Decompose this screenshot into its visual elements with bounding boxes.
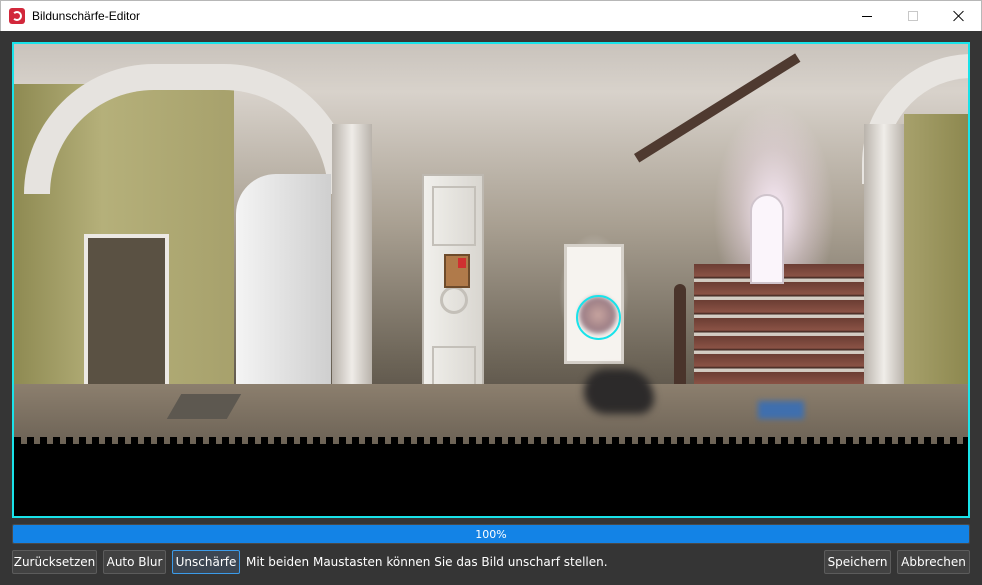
title-bar: Bildunschärfe-Editor — [0, 0, 982, 31]
door-sign — [444, 254, 470, 288]
window-title: Bildunschärfe-Editor — [32, 9, 141, 23]
panorama-image[interactable] — [14, 44, 968, 447]
close-icon — [953, 10, 965, 22]
floor — [14, 384, 968, 444]
rose-icon — [9, 8, 25, 24]
image-edge — [14, 437, 968, 447]
minimize-icon — [862, 15, 872, 17]
left-doorway — [84, 234, 169, 394]
auto-blur-button[interactable]: Auto Blur — [103, 550, 166, 574]
blur-button[interactable]: Unschärfe — [172, 550, 240, 574]
door-sign-label — [458, 258, 466, 268]
blurred-region-sign — [758, 401, 804, 419]
arched-window — [750, 194, 784, 284]
save-button[interactable]: Speichern — [824, 550, 891, 574]
blur-brush-cursor[interactable] — [576, 295, 621, 340]
maximize-button[interactable] — [890, 1, 936, 31]
cancel-button[interactable]: Abbrechen — [897, 550, 970, 574]
stair-railing — [634, 53, 801, 163]
progress-bar: 100% — [12, 524, 970, 544]
maximize-icon — [908, 11, 918, 21]
hint-text: Mit beiden Maustasten können Sie das Bil… — [246, 555, 608, 569]
minimize-button[interactable] — [844, 1, 890, 31]
close-button[interactable] — [936, 1, 982, 31]
progress-label: 100% — [475, 527, 507, 541]
blurred-region-figure — [584, 369, 654, 414]
reset-button[interactable]: Zurücksetzen — [12, 550, 97, 574]
image-canvas[interactable] — [12, 42, 970, 518]
